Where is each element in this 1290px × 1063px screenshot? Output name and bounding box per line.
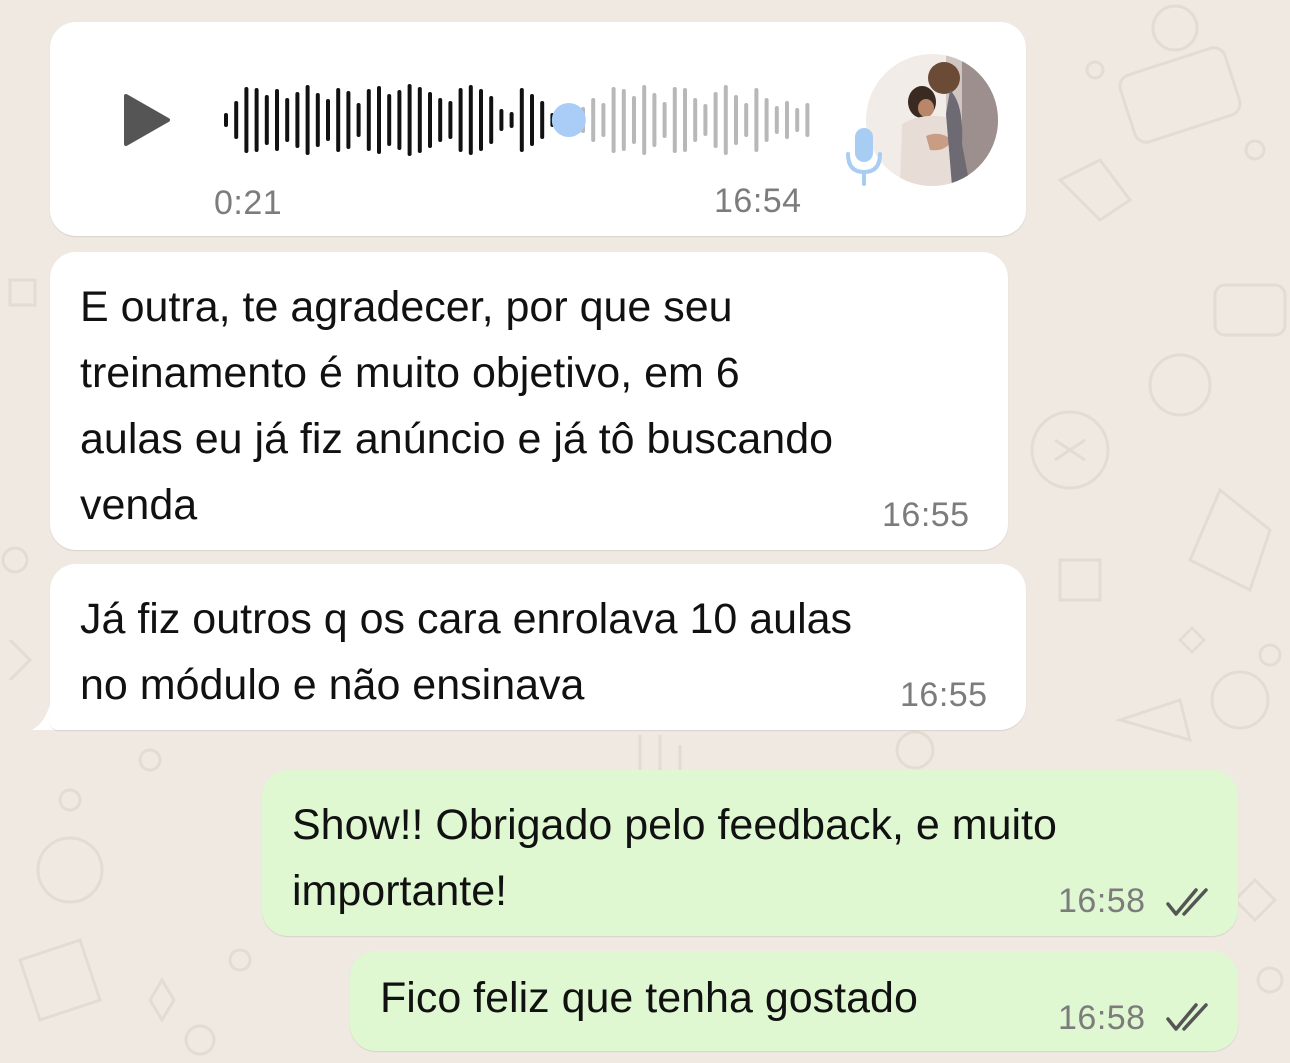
message-text: Já fiz outros q os cara enrolava 10 aula…	[80, 595, 853, 709]
outgoing-message-bubble: Show!! Obrigado pelo feedback, e muito i…	[262, 770, 1238, 936]
voice-message-time: 16:54	[714, 182, 802, 220]
message-text: Show!! Obrigado pelo feedback, e muito i…	[292, 801, 1057, 915]
voice-duration: 0:21	[214, 184, 283, 222]
read-receipt-icon	[1166, 1003, 1208, 1031]
message-time: 16:58	[1058, 882, 1146, 920]
play-icon[interactable]	[122, 92, 172, 148]
incoming-message-bubble: E outra, te agradecer, por que seu trein…	[50, 252, 1008, 550]
read-receipt-icon	[1166, 888, 1208, 916]
outgoing-message-bubble: Fico feliz que tenha gostado 16:58	[350, 951, 1238, 1051]
playback-scrubber[interactable]	[551, 103, 586, 137]
message-time: 16:58	[1058, 999, 1146, 1037]
voice-message-bubble: 0:21 16:54	[50, 22, 1026, 236]
message-time: 16:55	[900, 676, 988, 714]
microphone-icon	[846, 128, 882, 186]
sender-avatar[interactable]	[866, 54, 998, 186]
incoming-message-bubble: Já fiz outros q os cara enrolava 10 aula…	[50, 564, 1026, 730]
message-text: Fico feliz que tenha gostado	[380, 974, 918, 1022]
voice-waveform[interactable]	[220, 70, 820, 170]
message-time: 16:55	[882, 496, 970, 534]
message-text: E outra, te agradecer, por que seu trein…	[80, 283, 834, 529]
